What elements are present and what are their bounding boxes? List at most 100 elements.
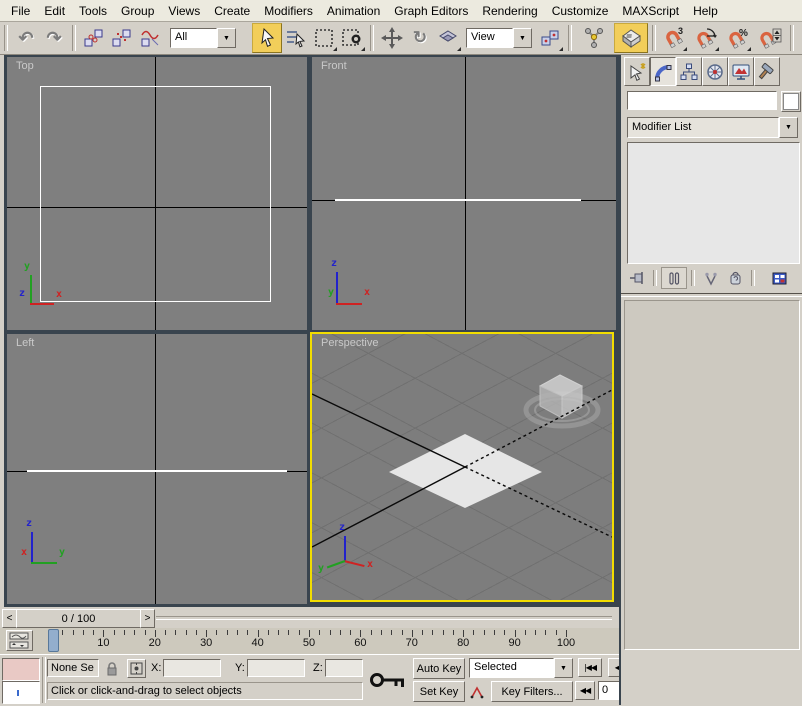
dropdown-arrow-icon[interactable]: ▼ bbox=[513, 28, 532, 48]
redo-button[interactable]: ↷ bbox=[40, 24, 68, 52]
plane-edge-left[interactable] bbox=[27, 470, 287, 472]
menu-group[interactable]: Group bbox=[114, 2, 161, 20]
select-and-manipulate-button[interactable] bbox=[580, 24, 608, 52]
hierarchy-tab-icon bbox=[679, 62, 699, 82]
time-slider-track[interactable] bbox=[156, 616, 612, 620]
viewport-front-label[interactable]: Front bbox=[321, 60, 347, 72]
object-color-swatch[interactable] bbox=[781, 91, 801, 112]
maxscript-macro-recorder-pane[interactable] bbox=[2, 658, 40, 681]
keyboard-shortcut-override-icon bbox=[619, 26, 643, 50]
open-mini-curve-editor-button[interactable] bbox=[6, 630, 33, 651]
toolbar-handle[interactable] bbox=[4, 25, 8, 51]
spinner-snap-toggle-button[interactable] bbox=[756, 24, 784, 52]
set-keys-button[interactable] bbox=[366, 657, 410, 702]
make-unique-button[interactable] bbox=[699, 268, 723, 288]
select-and-link-button[interactable] bbox=[80, 24, 108, 52]
pin-stack-icon bbox=[629, 271, 646, 285]
tab-hierarchy[interactable] bbox=[676, 57, 702, 86]
keyboard-shortcut-override-button[interactable] bbox=[614, 23, 648, 53]
selection-lock-toggle[interactable] bbox=[104, 659, 119, 677]
select-and-rotate-button[interactable]: ↻ bbox=[406, 24, 434, 52]
viewport-perspective[interactable]: Perspective z x y bbox=[310, 332, 614, 602]
select-and-scale-button[interactable] bbox=[434, 24, 462, 52]
go-to-start-button[interactable]: |◀◀ bbox=[578, 658, 602, 677]
home-grid-axes bbox=[312, 390, 612, 547]
maxscript-mini-listener-pane[interactable] bbox=[2, 681, 40, 704]
selection-filter-dropdown[interactable]: All ▼ bbox=[170, 28, 236, 48]
dropdown-arrow-icon[interactable]: ▼ bbox=[554, 658, 573, 678]
window-crossing-toggle-button[interactable] bbox=[338, 24, 366, 52]
next-frame-slider-button[interactable]: > bbox=[140, 609, 155, 628]
pin-stack-button[interactable] bbox=[625, 268, 649, 288]
plane-object[interactable] bbox=[389, 434, 542, 508]
set-key-button[interactable]: Set Key bbox=[413, 681, 465, 702]
bind-to-space-warp-button[interactable] bbox=[136, 24, 164, 52]
menu-create[interactable]: Create bbox=[207, 2, 257, 20]
plane-edge-front[interactable] bbox=[335, 199, 581, 201]
viewport-perspective-label[interactable]: Perspective bbox=[321, 337, 378, 349]
select-object-button[interactable] bbox=[252, 23, 282, 53]
absolute-mode-transform-toggle[interactable] bbox=[127, 659, 146, 678]
z-coordinate-field[interactable] bbox=[325, 659, 363, 677]
percent-snap-toggle-button[interactable]: % bbox=[724, 24, 752, 52]
select-and-move-button[interactable] bbox=[378, 24, 406, 52]
tab-create[interactable] bbox=[624, 57, 650, 86]
configure-modifier-sets-button[interactable] bbox=[767, 268, 791, 288]
trackbar-tick bbox=[155, 630, 156, 637]
trackbar-ruler[interactable]: 0102030405060708090100 bbox=[40, 628, 619, 654]
toolbar-separator bbox=[790, 25, 794, 51]
object-name-field[interactable] bbox=[627, 91, 777, 110]
trackbar-tick bbox=[237, 630, 238, 635]
viewport-front[interactable]: Front z y x bbox=[312, 57, 616, 330]
viewport-top[interactable]: Top y z x bbox=[7, 57, 307, 330]
time-slider-thumb[interactable]: 0 / 100 bbox=[16, 609, 141, 628]
menu-graph-editors[interactable]: Graph Editors bbox=[387, 2, 475, 20]
menu-maxscript[interactable]: MAXScript bbox=[615, 2, 686, 20]
select-by-name-button[interactable] bbox=[282, 24, 310, 52]
angle-snap-toggle-button[interactable] bbox=[692, 24, 720, 52]
undo-button[interactable]: ↶ bbox=[12, 24, 40, 52]
menu-file[interactable]: File bbox=[4, 2, 37, 20]
tab-utilities[interactable] bbox=[754, 57, 780, 86]
viewport-left[interactable]: Left z x y bbox=[7, 334, 307, 604]
menu-edit[interactable]: Edit bbox=[37, 2, 72, 20]
unlink-selection-button[interactable] bbox=[108, 24, 136, 52]
trackbar-tick-label: 90 bbox=[508, 637, 520, 649]
show-end-result-button[interactable] bbox=[661, 267, 687, 289]
modifier-stack-list[interactable] bbox=[627, 142, 800, 264]
menu-animation[interactable]: Animation bbox=[320, 2, 387, 20]
modifier-list-dropdown[interactable]: Modifier List ▼ bbox=[627, 117, 798, 138]
remove-modifier-button[interactable] bbox=[723, 268, 747, 288]
menu-modifiers[interactable]: Modifiers bbox=[257, 2, 320, 20]
menu-tools[interactable]: Tools bbox=[72, 2, 114, 20]
trackbar-frame-marker[interactable] bbox=[48, 629, 59, 652]
track-bar[interactable]: 0102030405060708090100 bbox=[0, 628, 619, 655]
menu-views[interactable]: Views bbox=[161, 2, 207, 20]
ghost-box-object[interactable] bbox=[540, 375, 582, 418]
key-mode-toggle-button[interactable]: ◀◀ bbox=[575, 681, 595, 700]
tab-display[interactable] bbox=[728, 57, 754, 86]
reference-coordinate-dropdown[interactable]: View ▼ bbox=[466, 28, 532, 48]
key-filters-button[interactable]: Key Filters... bbox=[491, 681, 573, 702]
viewport-top-label[interactable]: Top bbox=[16, 60, 34, 72]
rectangular-selection-region-button[interactable] bbox=[310, 24, 338, 52]
dropdown-arrow-icon[interactable]: ▼ bbox=[217, 28, 236, 48]
key-icon bbox=[369, 668, 407, 692]
x-coordinate-field[interactable] bbox=[163, 659, 221, 677]
menu-customize[interactable]: Customize bbox=[545, 2, 616, 20]
use-pivot-point-center-button[interactable] bbox=[536, 24, 564, 52]
auto-key-button[interactable]: Auto Key bbox=[413, 658, 465, 679]
y-coordinate-field[interactable] bbox=[247, 659, 305, 677]
viewport-left-label[interactable]: Left bbox=[16, 337, 34, 349]
menu-rendering[interactable]: Rendering bbox=[475, 2, 544, 20]
tab-modify[interactable] bbox=[650, 57, 676, 86]
dropdown-arrow-icon[interactable]: ▼ bbox=[779, 117, 798, 138]
menu-help[interactable]: Help bbox=[686, 2, 725, 20]
previous-frame-slider-button[interactable]: < bbox=[2, 609, 17, 628]
snaps-toggle-button[interactable]: 3 bbox=[660, 24, 688, 52]
default-key-tangent-button[interactable] bbox=[469, 682, 487, 702]
key-filter-scope-dropdown[interactable]: Selected ▼ bbox=[469, 658, 573, 678]
status-selection-field[interactable]: None Se bbox=[47, 659, 99, 677]
plane-wireframe-top[interactable] bbox=[40, 86, 271, 302]
tab-motion[interactable] bbox=[702, 57, 728, 86]
